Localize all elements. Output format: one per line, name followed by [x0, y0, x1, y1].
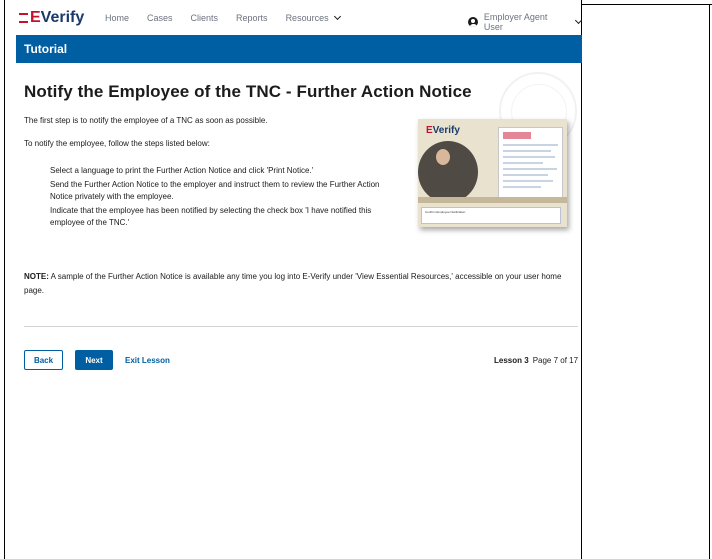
step-item: Indicate that the employee has been noti…: [50, 205, 372, 228]
illustration-logo: EVerify: [426, 125, 460, 136]
lesson-progress: Lesson 3 Page 7 of 17: [494, 356, 578, 365]
lesson-label: Lesson 3: [494, 356, 529, 365]
nav-resources[interactable]: Resources: [285, 12, 341, 23]
user-name: Employer Agent User: [483, 12, 548, 32]
back-button[interactable]: Back: [24, 350, 63, 370]
logo-verify: Verify: [40, 9, 85, 26]
note-text: A sample of the Further Action Notice is…: [24, 272, 562, 295]
tutorial-illustration: EVerify Confirm Employee Notification: [418, 119, 567, 227]
step-item: Select a language to print the Further A…: [50, 166, 314, 175]
page-indicator: Page 7 of 17: [532, 356, 579, 365]
intro-text: The first step is to notify the employee…: [24, 116, 268, 125]
exit-lesson-link[interactable]: Exit Lesson: [125, 356, 170, 365]
illustration-logo-e: E: [426, 125, 433, 136]
divider: [24, 326, 578, 327]
page-title: Notify the Employee of the TNC - Further…: [24, 82, 472, 101]
illustration-face: [436, 149, 450, 165]
banner-title: Tutorial: [24, 42, 68, 56]
next-button[interactable]: Next: [75, 350, 113, 370]
illustration-person: [418, 141, 478, 203]
illustration-logo-verify: Verify: [432, 125, 460, 136]
nav-home[interactable]: Home: [105, 13, 129, 23]
flag-icon: [19, 13, 28, 23]
illustration-notification-box: Confirm Employee Notification: [421, 207, 561, 224]
nav-clients[interactable]: Clients: [191, 13, 219, 23]
user-menu[interactable]: Employer Agent User: [468, 12, 583, 32]
logo-e: E: [30, 9, 41, 26]
nav-reports[interactable]: Reports: [236, 13, 268, 23]
tutorial-banner: Tutorial: [16, 35, 582, 63]
note-paragraph: NOTE: A sample of the Further Action Not…: [24, 270, 569, 298]
frame-border-top: [581, 4, 712, 5]
illustration-desk: [418, 197, 567, 203]
frame-border-outer-right: [709, 4, 710, 559]
illustration-screen: [498, 127, 563, 203]
nav-cases[interactable]: Cases: [147, 13, 173, 23]
steps-list: Select a language to print the Further A…: [50, 165, 395, 231]
top-navigation: E Verify Home Cases Clients Reports Reso…: [5, 0, 583, 35]
note-label: NOTE:: [24, 272, 49, 281]
everify-logo[interactable]: E Verify: [19, 9, 84, 27]
step-item: Send the Further Action Notice to the em…: [50, 179, 380, 202]
nav-resources-label: Resources: [285, 13, 329, 23]
steps-intro-text: To notify the employee, follow the steps…: [24, 139, 210, 148]
chevron-down-icon: [333, 12, 341, 21]
frame-border-left: [4, 0, 5, 559]
user-icon: [468, 17, 478, 27]
frame-border-right: [581, 0, 582, 559]
main-nav: Home Cases Clients Reports Resources: [105, 12, 358, 23]
illustration-box-text: Confirm Employee Notification: [425, 210, 466, 214]
chevron-down-icon: [574, 16, 583, 25]
